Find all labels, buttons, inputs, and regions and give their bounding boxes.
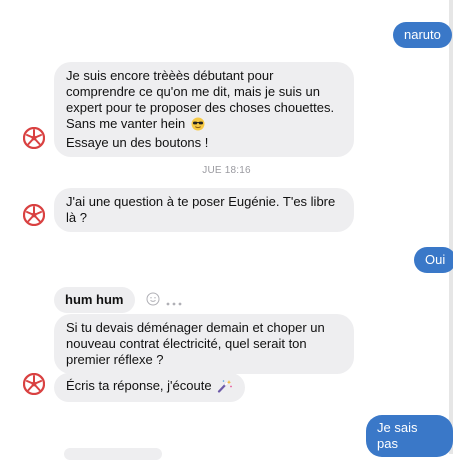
message-line: là ? [66, 210, 87, 225]
message-line-text: Sans me vanter hein [66, 116, 186, 131]
incoming-message-humhum: hum hum [54, 287, 135, 313]
message-line: Si tu devais déménager demain et choper … [66, 320, 325, 335]
outgoing-message-oui: Oui [414, 247, 453, 273]
outgoing-message-je-sais-pas: Je sais pas [366, 415, 453, 457]
message-line: nouveau contrat électricité, quel serait… [66, 336, 307, 351]
message-line: Sans me vanter hein [66, 116, 342, 135]
outgoing-message-naruto: naruto [393, 22, 452, 48]
smiley-react-icon[interactable] [146, 292, 160, 311]
sunglasses-emoji-icon [191, 117, 205, 135]
scrollbar-track[interactable] [449, 0, 453, 454]
message-text: Écris ta réponse, j'écoute [66, 378, 212, 393]
more-dots-icon[interactable] [166, 296, 182, 306]
message-timestamp: JUE 18:16 [202, 165, 251, 176]
message-line: premier réflexe ? [66, 352, 164, 367]
incoming-message-write-answer: Écris ta réponse, j'écoute [54, 373, 246, 402]
bot-avatar-icon [23, 204, 45, 226]
bot-avatar-icon [23, 127, 45, 149]
incoming-message-question: J'ai une question à te poser Eugénie. T'… [54, 188, 354, 232]
magic-wand-emoji-icon [217, 379, 233, 397]
message-line: J'ai une question à te poser Eugénie. T'… [66, 194, 336, 209]
message-line: comprendre ce qu'on me dit, mais je suis… [66, 84, 320, 99]
message-line: Je suis encore trèèès débutant pour [66, 68, 274, 83]
incoming-message-move-question: Si tu devais déménager demain et choper … [54, 314, 354, 374]
incoming-message-intro: Je suis encore trèèès débutant pour comp… [54, 62, 354, 157]
message-line: expert pour te proposer des choses choue… [66, 100, 335, 115]
partial-message-bubble [64, 448, 162, 460]
bot-avatar-icon [23, 373, 45, 395]
message-line: Essaye un des boutons ! [66, 135, 209, 150]
